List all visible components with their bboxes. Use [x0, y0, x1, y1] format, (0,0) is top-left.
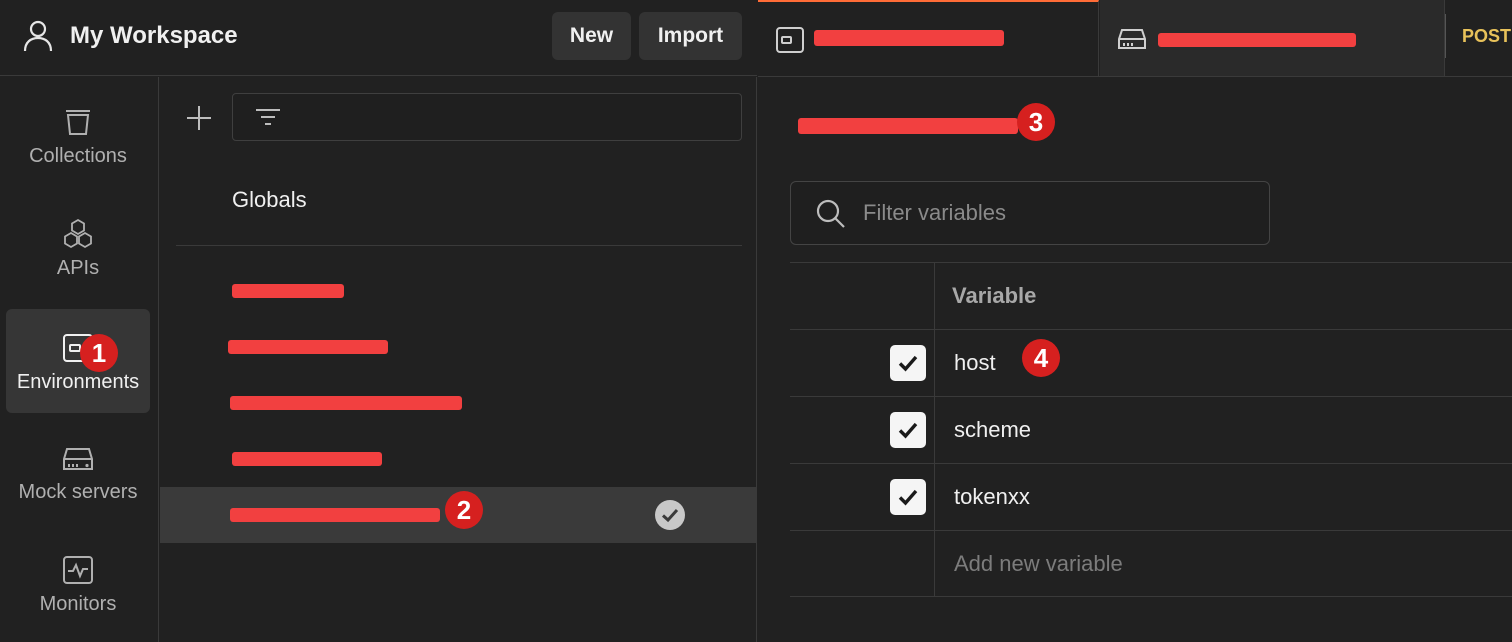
tab-environment[interactable] — [758, 0, 1099, 76]
annotation-badge: 1 — [80, 334, 118, 372]
filter-variables-input[interactable] — [863, 200, 1253, 226]
annotation-badge: 4 — [1022, 339, 1060, 377]
tab-request-method[interactable]: POST — [1462, 26, 1511, 47]
variable-enabled-checkbox[interactable] — [890, 479, 926, 515]
sidebar-item-label: Collections — [29, 145, 127, 167]
sidebar-item-label: Environments — [16, 371, 140, 393]
environment-item[interactable] — [160, 431, 756, 487]
checkmark-icon — [898, 422, 918, 439]
workspace-title[interactable]: My Workspace — [70, 22, 238, 50]
environment-filter-input[interactable] — [232, 93, 742, 141]
environment-item[interactable] — [160, 263, 756, 319]
workspace-header: My Workspace New Import — [0, 0, 757, 76]
sidebar-item-collections[interactable]: Collections — [6, 83, 150, 187]
annotation-badge: 2 — [445, 491, 483, 529]
sidebar-item-mock-servers[interactable]: Mock servers — [6, 419, 150, 523]
variable-enabled-checkbox[interactable] — [890, 412, 926, 448]
variable-name[interactable]: scheme — [954, 417, 1031, 443]
sidebar-item-monitors[interactable]: Monitors — [6, 531, 150, 635]
table-row: tokenxx — [790, 463, 1512, 530]
environment-item[interactable] — [160, 375, 756, 431]
variable-enabled-checkbox[interactable] — [890, 345, 926, 381]
environment-icon — [776, 27, 804, 53]
mock-server-icon — [1118, 29, 1146, 49]
add-new-variable-input[interactable]: Add new variable — [954, 551, 1123, 577]
column-divider — [934, 330, 935, 396]
mock-servers-icon — [63, 448, 93, 470]
add-variable-row: Add new variable — [790, 530, 1512, 597]
collections-icon — [66, 110, 90, 135]
environment-editor: Variable host scheme tokenxx Add new va — [758, 78, 1512, 642]
tab-mock-server[interactable] — [1100, 0, 1445, 76]
tab-bar: POST — [758, 0, 1512, 77]
sidebar-item-label: APIs — [56, 257, 100, 279]
apis-icon — [64, 218, 92, 249]
sidebar-item-environments[interactable]: Environments — [6, 309, 150, 413]
redaction-mark — [232, 284, 344, 298]
table-header-row: Variable — [790, 262, 1512, 329]
sidebar-rail: Collections APIs Environments Mock serve… — [0, 77, 159, 642]
sidebar-item-label: Mock servers — [18, 481, 138, 503]
variables-table: Variable host scheme tokenxx Add new var… — [790, 262, 1512, 597]
user-icon — [23, 20, 53, 52]
variable-name[interactable]: tokenxx — [954, 484, 1030, 510]
filter-icon — [256, 109, 280, 125]
add-environment-icon[interactable] — [182, 101, 216, 135]
import-button[interactable]: Import — [639, 12, 742, 60]
redaction-mark — [1158, 33, 1356, 47]
redaction-mark — [814, 30, 1004, 46]
annotation-badge: 3 — [1017, 103, 1055, 141]
column-divider — [934, 397, 935, 463]
redaction-mark — [230, 508, 440, 522]
tab-divider — [1445, 14, 1446, 58]
redaction-mark — [230, 396, 462, 410]
environments-panel: Globals — [160, 77, 757, 642]
variable-column-header: Variable — [952, 283, 1037, 308]
redaction-mark — [232, 452, 382, 466]
redaction-mark — [798, 118, 1018, 134]
redaction-mark — [228, 340, 388, 354]
variable-name[interactable]: host — [954, 350, 996, 376]
active-environment-check-icon[interactable] — [654, 499, 686, 531]
environment-item[interactable] — [160, 319, 756, 375]
divider — [176, 245, 742, 246]
sidebar-item-apis[interactable]: APIs — [6, 195, 150, 299]
table-row: scheme — [790, 396, 1512, 463]
search-icon — [816, 199, 845, 228]
environment-title[interactable] — [798, 112, 1028, 138]
column-divider — [934, 464, 935, 530]
monitors-icon — [63, 556, 93, 584]
column-divider — [934, 531, 935, 596]
checkmark-icon — [898, 489, 918, 506]
sidebar-item-label: Monitors — [39, 593, 117, 615]
checkmark-icon — [898, 355, 918, 372]
table-row: host — [790, 329, 1512, 396]
column-divider — [934, 263, 935, 329]
filter-variables-box[interactable] — [790, 181, 1270, 245]
globals-item[interactable]: Globals — [232, 187, 307, 213]
new-button[interactable]: New — [552, 12, 631, 60]
